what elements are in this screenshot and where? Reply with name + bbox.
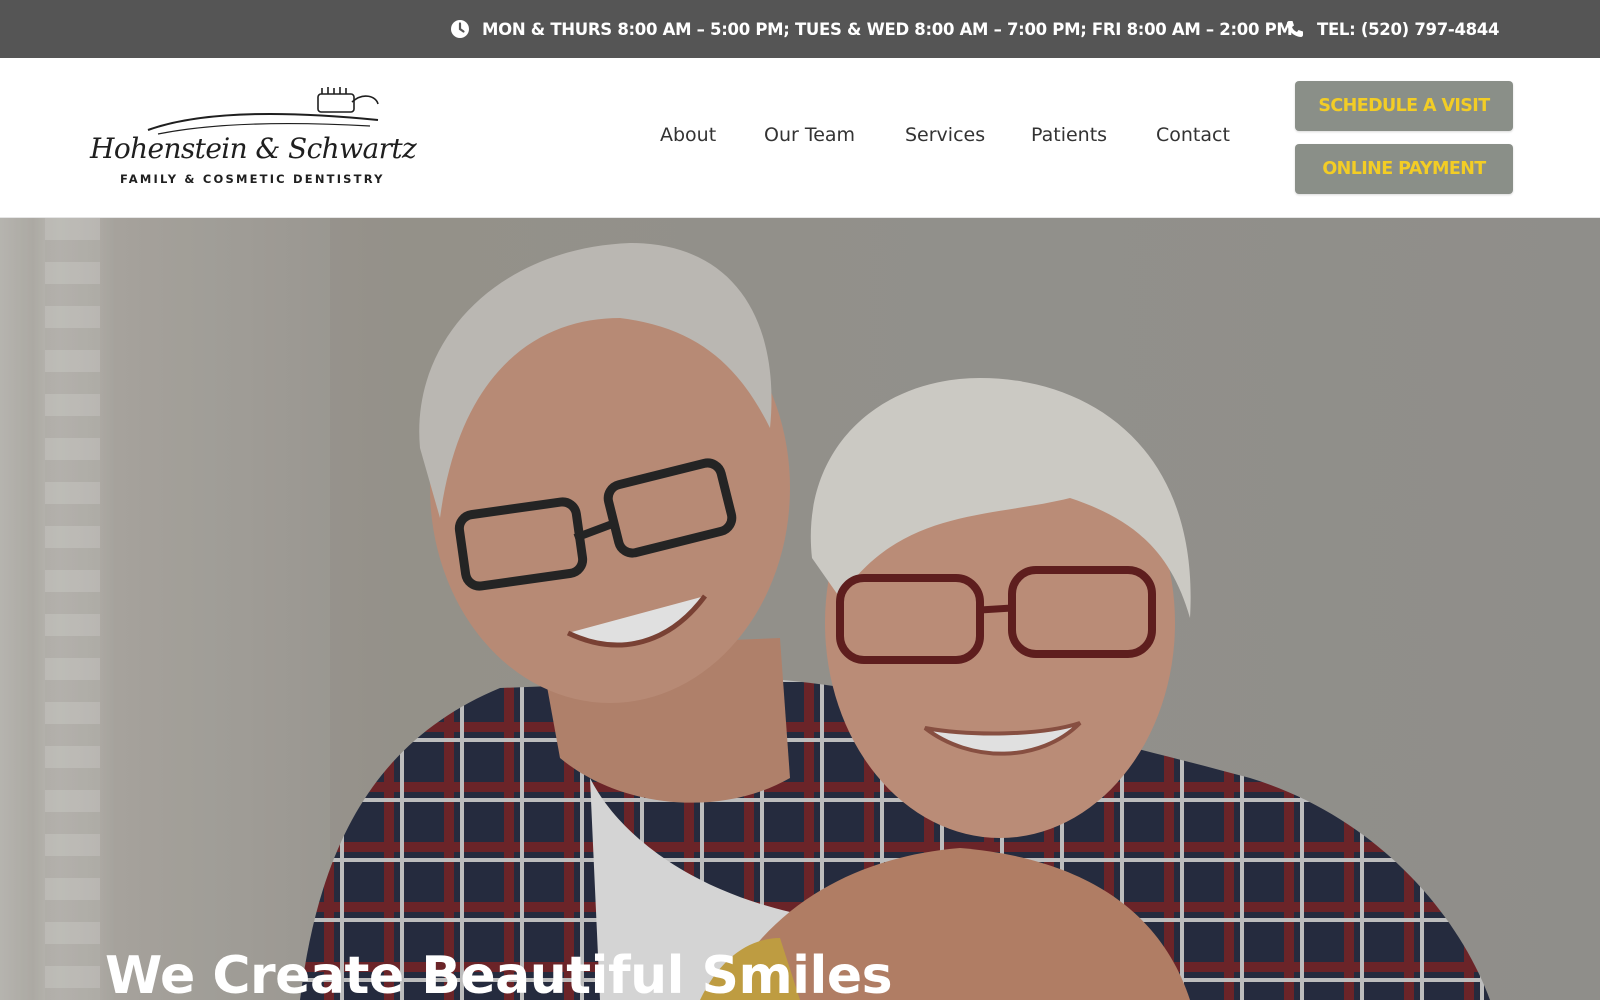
nav-item-patients[interactable]: Patients [1031,124,1107,146]
hero-headline: We Create Beautiful Smiles [105,946,893,1000]
logo-name: Hohenstein & Schwartz [90,132,417,165]
office-hours: MON & THURS 8:00 AM – 5:00 PM; TUES & WE… [450,0,1293,58]
nav-item-services[interactable]: Services [905,124,985,146]
top-info-bar: MON & THURS 8:00 AM – 5:00 PM; TUES & WE… [0,0,1600,58]
online-payment-button[interactable]: ONLINE PAYMENT [1295,144,1513,194]
nav-item-about[interactable]: About [660,124,716,146]
logo-tagline: FAMILY & COSMETIC DENTISTRY [120,172,385,186]
hero-banner: We Create Beautiful Smiles [0,218,1600,1000]
phone-icon [1285,19,1305,39]
schedule-visit-button[interactable]: SCHEDULE A VISIT [1295,81,1513,131]
office-hours-text: MON & THURS 8:00 AM – 5:00 PM; TUES & WE… [482,19,1293,39]
clock-icon [450,19,470,39]
hero-dark-overlay [0,218,1600,1000]
nav-item-contact[interactable]: Contact [1156,124,1230,146]
nav-item-our-team[interactable]: Our Team [764,124,855,146]
phone-number[interactable]: TEL: (520) 797-4844 [1317,20,1499,39]
phone-link[interactable]: TEL: (520) 797-4844 [1285,0,1499,58]
site-header: Hohenstein & Schwartz FAMILY & COSMETIC … [0,58,1600,218]
practice-logo[interactable]: Hohenstein & Schwartz FAMILY & COSMETIC … [88,84,417,186]
